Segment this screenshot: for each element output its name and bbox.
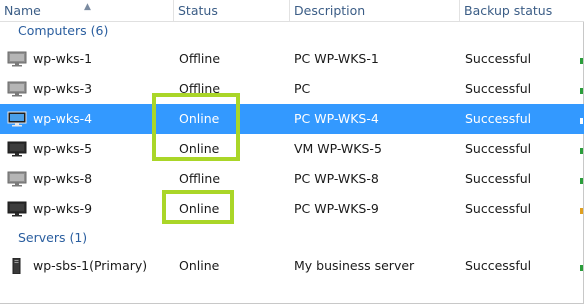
column-header-backup-status[interactable]: Backup status — [460, 0, 584, 21]
row-name: wp-wks-5 — [33, 141, 93, 156]
group-header-servers[interactable]: Servers (1) — [18, 228, 87, 248]
row-status: Online — [179, 258, 220, 273]
status-indicator-icon — [580, 265, 583, 271]
row-name: wp-wks-3 — [33, 81, 93, 96]
row-name: wp-wks-9 — [33, 201, 93, 216]
monitor-icon — [7, 81, 27, 97]
row-description: PC WP-WKS-9 — [294, 201, 379, 216]
group-header-computers[interactable]: Computers (6) — [18, 21, 108, 41]
table-row[interactable]: wp-wks-3 Offline PC Successful — [0, 74, 584, 104]
status-indicator-icon — [580, 118, 583, 124]
row-backup-status: Successful — [465, 51, 532, 66]
table-row-selected[interactable]: wp-wks-4 Online PC WP-WKS-4 Successful — [0, 104, 584, 134]
column-header-name-label: Name — [4, 3, 41, 18]
column-header-bar: Name ▲ Status Description Backup status — [0, 0, 584, 22]
highlight-box-online-status — [152, 93, 240, 161]
sort-ascending-icon: ▲ — [84, 2, 91, 12]
row-description: VM WP-WKS-5 — [294, 141, 382, 156]
status-indicator-icon — [580, 88, 583, 94]
row-backup-status: Successful — [465, 81, 532, 96]
row-backup-status: Successful — [465, 111, 532, 126]
computer-list-view: Name ▲ Status Description Backup status … — [0, 0, 584, 304]
monitor-icon — [7, 111, 27, 127]
row-description: PC WP-WKS-4 — [294, 111, 379, 126]
row-description: PC WP-WKS-8 — [294, 171, 379, 186]
status-indicator-icon — [580, 208, 583, 214]
row-backup-status: Successful — [465, 141, 532, 156]
table-row[interactable]: wp-wks-8 Offline PC WP-WKS-8 Successful — [0, 164, 584, 194]
monitor-icon — [7, 141, 27, 157]
highlight-box-online-status — [162, 190, 234, 224]
row-backup-status: Successful — [465, 171, 532, 186]
row-name: wp-wks-8 — [33, 171, 93, 186]
row-backup-status: Successful — [465, 201, 532, 216]
table-row[interactable]: wp-wks-1 Offline PC WP-WKS-1 Successful — [0, 44, 584, 74]
column-header-status-label: Status — [178, 3, 218, 18]
table-row[interactable]: wp-wks-5 Online VM WP-WKS-5 Successful — [0, 134, 584, 164]
row-backup-status: Successful — [465, 258, 532, 273]
row-description: My business server — [294, 258, 415, 273]
table-row[interactable]: wp-wks-9 Online PC WP-WKS-9 Successful — [0, 194, 584, 224]
column-header-status[interactable]: Status — [174, 0, 290, 21]
row-description: PC WP-WKS-1 — [294, 51, 379, 66]
table-row[interactable]: wp-sbs-1(Primary) Online My business ser… — [0, 251, 584, 281]
column-header-description[interactable]: Description — [290, 0, 460, 21]
monitor-icon — [7, 171, 27, 187]
column-header-description-label: Description — [294, 3, 366, 18]
server-tower-icon — [12, 258, 21, 274]
status-indicator-icon — [580, 178, 583, 184]
monitor-icon — [7, 201, 27, 217]
monitor-icon — [7, 51, 27, 67]
row-status: Offline — [179, 51, 221, 66]
column-header-backup-status-label: Backup status — [464, 3, 553, 18]
row-name: wp-wks-4 — [33, 111, 93, 126]
row-description: PC — [294, 81, 311, 96]
column-header-name[interactable]: Name ▲ — [0, 0, 174, 21]
status-indicator-icon — [580, 148, 583, 154]
row-name: wp-wks-1 — [33, 51, 93, 66]
row-name: wp-sbs-1(Primary) — [33, 258, 148, 273]
status-indicator-icon — [580, 58, 583, 64]
